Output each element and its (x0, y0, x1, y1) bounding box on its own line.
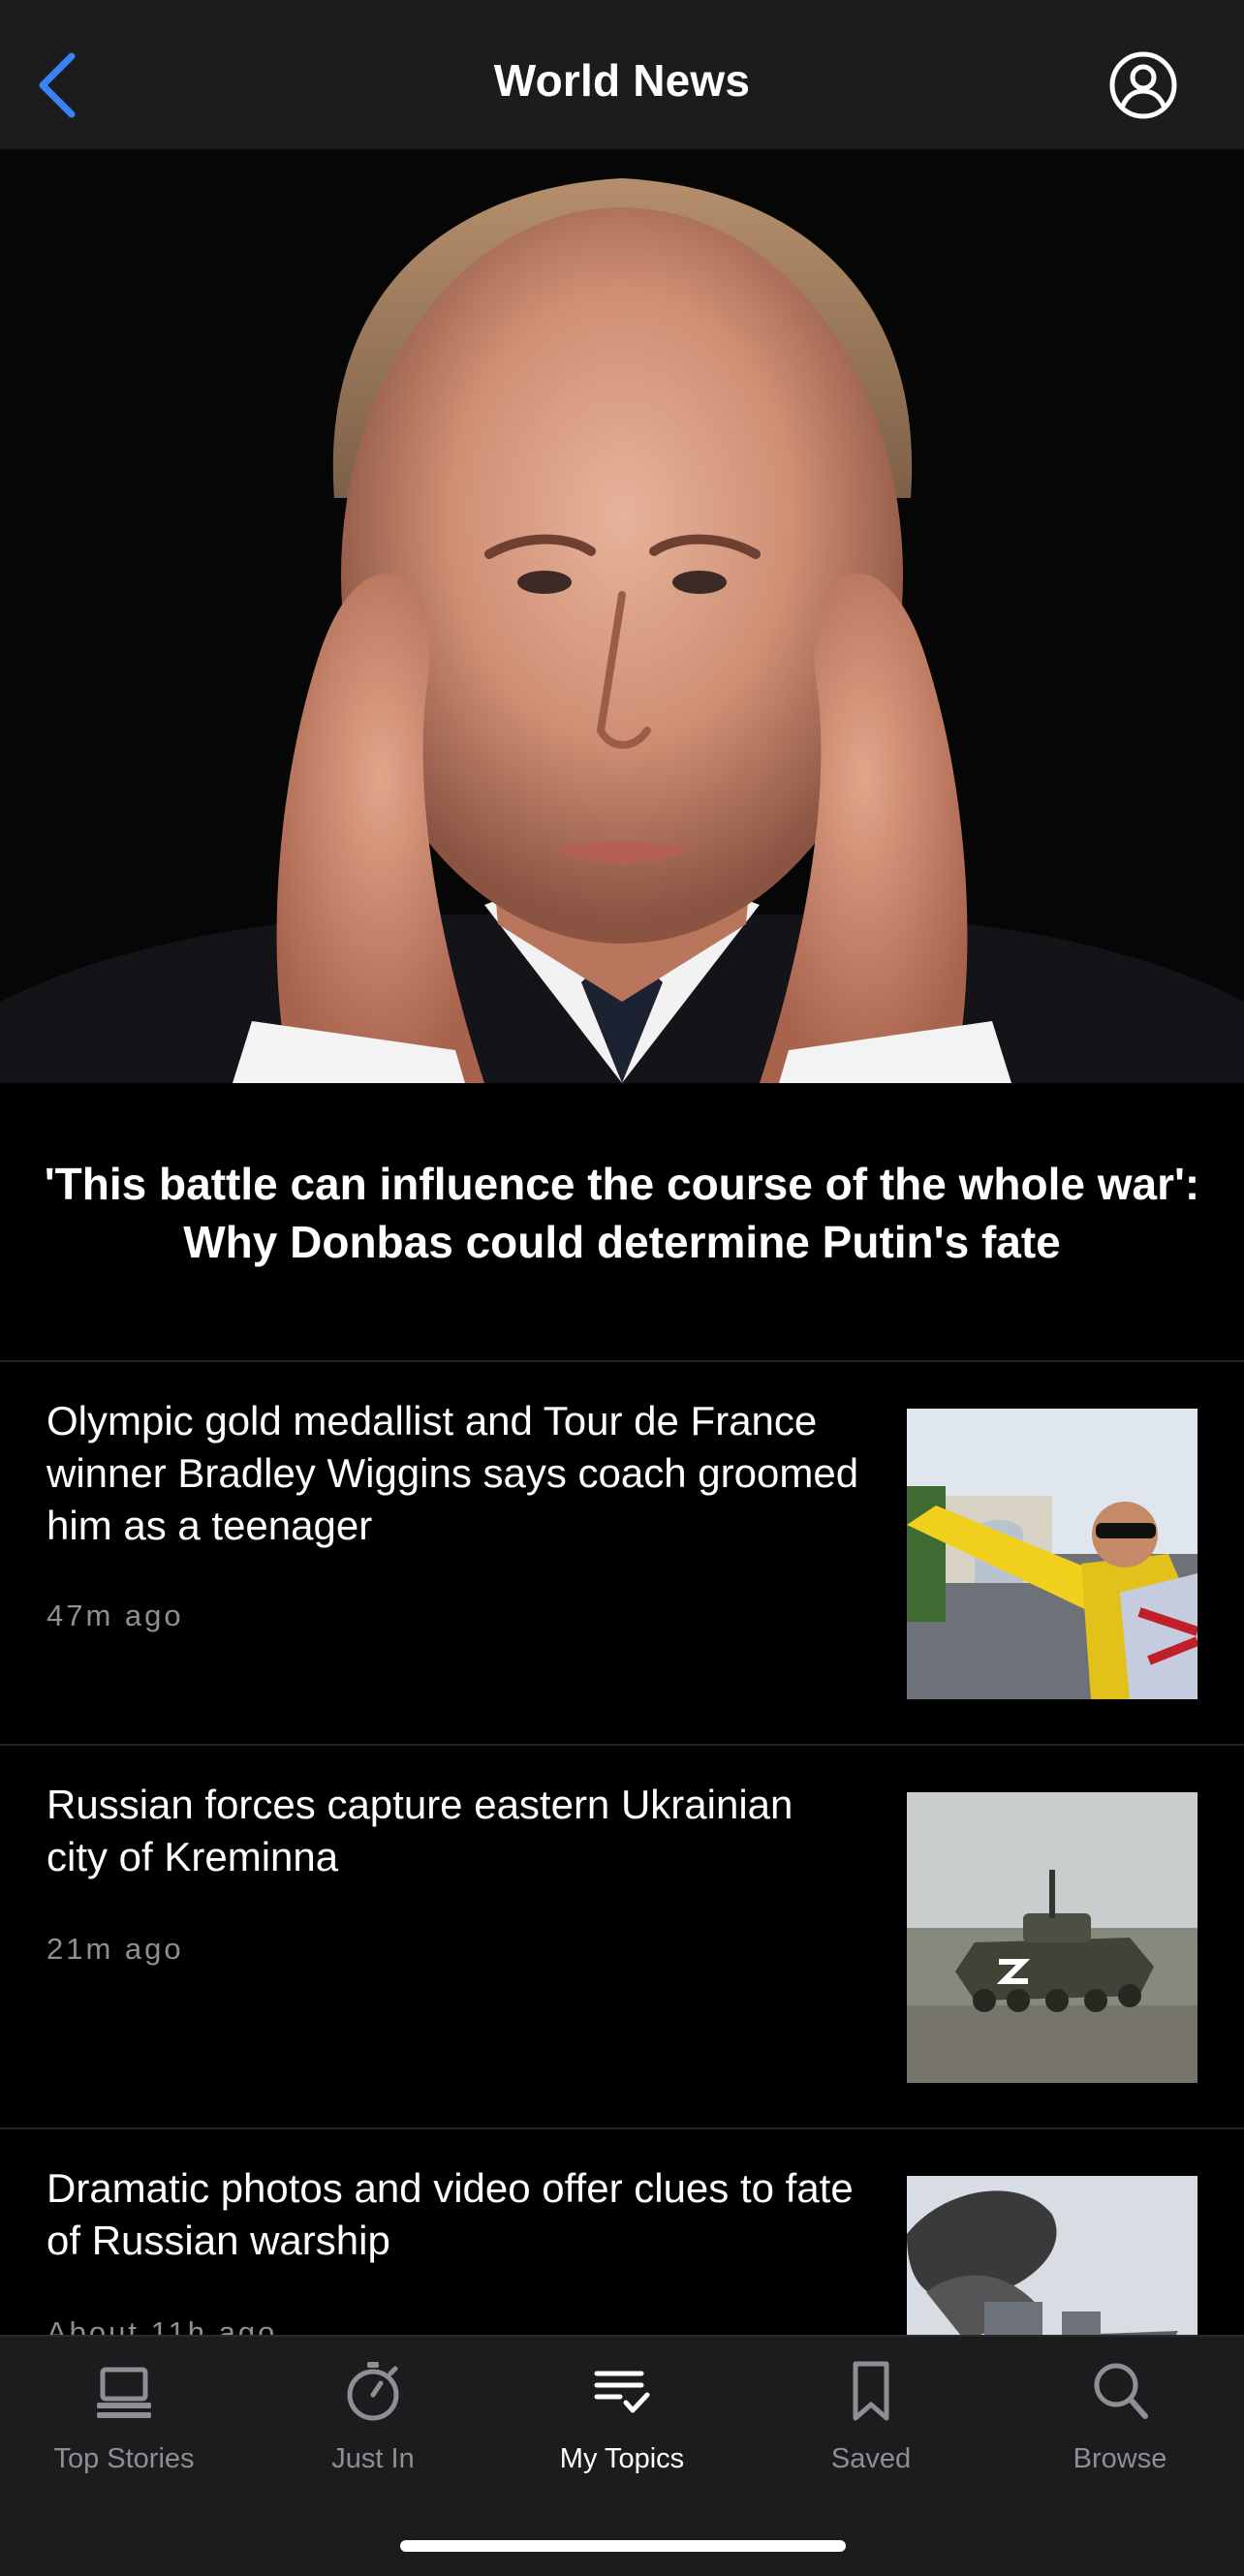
story-thumbnail (907, 1792, 1197, 2083)
divider (0, 1360, 1244, 1362)
tab-my-topics[interactable]: My Topics (498, 2337, 746, 2501)
story-title: Dramatic photos and video offer clues to… (47, 2165, 854, 2263)
tab-label: Browse (1073, 2443, 1167, 2474)
story-time: 21m ago (47, 1932, 184, 1966)
tab-just-in[interactable]: Just In (249, 2337, 497, 2501)
page-title: World News (493, 55, 751, 106)
hero-photo (0, 149, 1244, 1083)
tank-photo (907, 1792, 1197, 2083)
divider (0, 1744, 1244, 1746)
story-item[interactable]: Russian forces capture eastern Ukrainian… (0, 1779, 1244, 2162)
tab-saved[interactable]: Saved (747, 2337, 995, 2501)
cyclist-photo (907, 1409, 1197, 1699)
nav-header: World News (0, 0, 1244, 149)
app-screen: World News 'This battle can influence th… (0, 0, 1244, 2576)
story-time: 47m ago (47, 1598, 184, 1632)
tab-label: Just In (331, 2443, 415, 2474)
laptop-icon (97, 2367, 151, 2418)
story-thumbnail (907, 1409, 1197, 1699)
story-title: Olympic gold medallist and Tour de Franc… (47, 1398, 859, 1548)
stopwatch-icon (347, 2362, 399, 2421)
story-title: Russian forces capture eastern Ukrainian… (47, 1782, 793, 1879)
bookmark-icon (853, 2361, 889, 2421)
tab-top-stories[interactable]: Top Stories (0, 2337, 248, 2501)
story-item[interactable]: Olympic gold medallist and Tour de Franc… (0, 1395, 1244, 1779)
divider (0, 2127, 1244, 2129)
tab-label: Top Stories (53, 2443, 195, 2474)
tab-label: My Topics (559, 2443, 685, 2474)
home-indicator[interactable] (400, 2540, 846, 2552)
tab-label: Saved (830, 2443, 912, 2474)
account-circle-icon (1109, 51, 1177, 119)
tab-browse[interactable]: Browse (996, 2337, 1244, 2501)
search-icon (1094, 2363, 1148, 2419)
account-button[interactable] (1106, 48, 1180, 122)
list-check-icon (594, 2371, 650, 2413)
hero-image[interactable] (0, 149, 1244, 1083)
hero-headline[interactable]: 'This battle can influence the course of… (39, 1155, 1205, 1271)
